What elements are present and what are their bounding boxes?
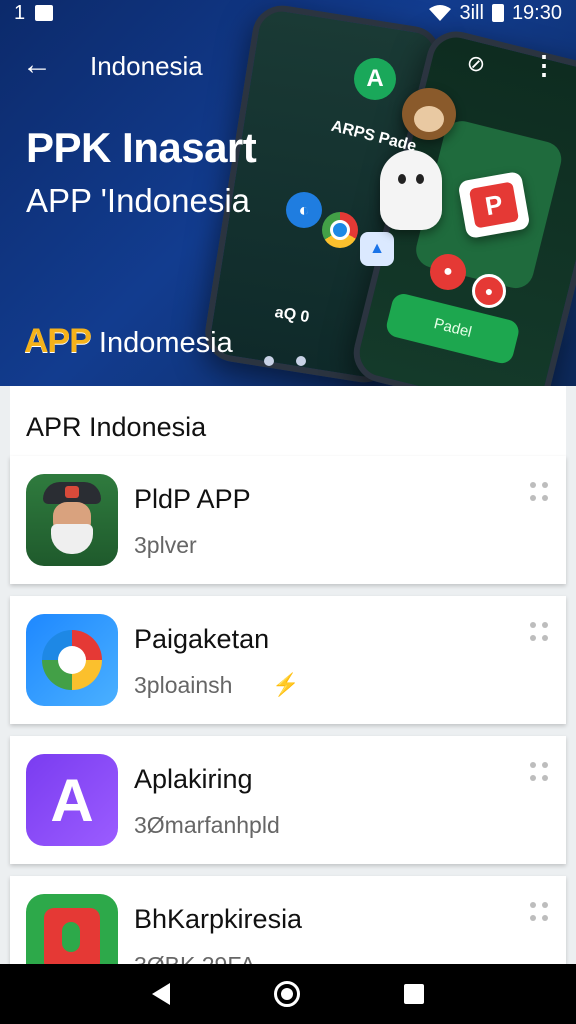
notification-icon [35,5,54,21]
section-header: APR Indonesia [10,386,566,456]
wifi-icon [429,5,452,21]
app-list-item[interactable]: PldP APP 3plver [10,456,566,584]
app-name: BhKarpkiresia [134,904,303,934]
app-list-item[interactable]: A Aplakiring 3Ømarfanhpld [10,736,566,864]
app-subtitle: 3Ømarfanhpld [134,812,280,838]
signal-text: 3ill [459,1,484,24]
drag-handle-icon[interactable] [530,482,548,502]
search-icon: ⊘ [466,51,486,76]
nav-home-icon[interactable] [274,981,300,1007]
p-app-card-icon: P [457,170,531,240]
back-button[interactable]: ← [20,48,54,82]
brand-text: Indomesia [98,327,233,359]
chrome-icon [322,212,358,248]
red-app-icon: ● [430,254,466,290]
app-list-item[interactable]: BhKarpkiresia 3ØBK 29FA [10,876,566,986]
more-options-button[interactable]: ⋮ [530,50,558,82]
search-button[interactable]: ⊘ [462,50,490,78]
hero-brand: APP Indomesia [24,322,233,361]
carousel-dot[interactable] [296,356,306,366]
app-list-item[interactable]: Paigaketan 3ploainsh ⚡ [10,596,566,724]
brand-logo: APP [24,322,92,360]
blue-app-icon: ◐ [286,192,322,228]
bolt-icon: ⚡ [272,672,300,697]
hero-banner: aQ 0 Padel A ◐ ▲ ● ● P ARPS Pade ← Indon… [0,0,576,386]
drive-icon: ▲ [360,232,394,266]
hero-title: PPK Inasart [26,124,257,171]
status-left-text: 1 [14,1,26,24]
app-name: Aplakiring [134,764,253,794]
section-title: APR Indonesia [26,412,207,442]
content-area: APR Indonesia PldP APP 3plver Paigaketan… [0,386,576,986]
carousel-indicator [264,356,306,366]
app-subtitle: 3ploainsh [134,672,233,698]
letter-a-icon: A [26,754,118,846]
red-app-icon-2: ● [472,274,506,308]
app-name: Paigaketan [134,624,270,654]
chrome-icon [26,614,118,706]
status-bar: 1 3ill 19:30 [0,0,576,26]
arrow-left-icon: ← [22,48,52,81]
carousel-dot[interactable] [264,356,274,366]
battery-icon [491,4,504,22]
app-name: PldP APP [134,484,251,514]
nav-recents-icon[interactable] [404,984,424,1004]
clock: 19:30 [511,1,562,24]
nav-back-icon[interactable] [152,983,170,1005]
drag-handle-icon[interactable] [530,622,548,642]
drag-handle-icon[interactable] [530,902,548,922]
ghost-mascot-icon [380,150,442,230]
more-vert-icon: ⋮ [531,50,557,80]
system-nav-bar [0,964,576,1024]
drag-handle-icon[interactable] [530,762,548,782]
face-avatar-icon [26,474,118,566]
page-title: Indonesia [90,51,203,81]
hero-subtitle: APP 'Indonesia [26,182,251,219]
app-subtitle: 3plver [134,532,197,558]
phone-text-a: aQ 0 [273,304,311,327]
